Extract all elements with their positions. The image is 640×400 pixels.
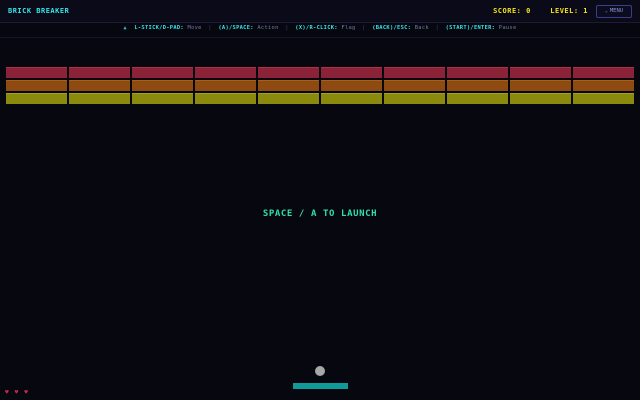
game-screen: BRICK BREAKER SCORE: 0 LEVEL: 1 ⌄ MENU ▲ …: [0, 0, 640, 400]
brick: [195, 80, 256, 91]
control-key: L-STICK/D-PAD:: [134, 25, 184, 31]
brick: [69, 67, 130, 78]
brick: [447, 80, 508, 91]
score-display: SCORE: 0 LEVEL: 1: [493, 7, 588, 15]
brick: [447, 93, 508, 104]
menu-label: MENU: [609, 8, 624, 14]
brick: [321, 93, 382, 104]
control-action: Move: [187, 25, 202, 31]
level-label: LEVEL:: [550, 7, 579, 15]
control-key: (X)/R-CLICK:: [295, 25, 338, 31]
brick: [510, 93, 571, 104]
brick: [6, 93, 67, 104]
brick: [132, 67, 193, 78]
control-action: Back: [414, 25, 429, 31]
game-title: BRICK BREAKER: [8, 7, 70, 15]
chevron-down-icon: ⌄: [604, 8, 608, 14]
brick: [447, 67, 508, 78]
brick: [573, 80, 634, 91]
heart-icon: ♥: [14, 389, 25, 396]
score-label: SCORE:: [493, 7, 522, 15]
control-key: (A)/SPACE:: [218, 25, 254, 31]
lives-display: ♥♥♥: [5, 389, 34, 396]
brick: [573, 67, 634, 78]
brick: [69, 93, 130, 104]
paddle[interactable]: [293, 383, 348, 389]
heart-icon: ♥: [24, 389, 34, 396]
brick: [384, 67, 445, 78]
brick: [384, 80, 445, 91]
level-value: 1: [583, 7, 588, 15]
brick: [321, 67, 382, 78]
brick: [6, 80, 67, 91]
brick: [6, 67, 67, 78]
controls-hint: ▲ L-STICK/D-PAD: Move | (A)/SPACE: Actio…: [123, 25, 517, 31]
brick: [132, 93, 193, 104]
brick: [258, 67, 319, 78]
brick: [195, 67, 256, 78]
brick: [69, 80, 130, 91]
brick: [573, 93, 634, 104]
top-bar: BRICK BREAKER SCORE: 0 LEVEL: 1 ⌄ MENU: [0, 0, 640, 23]
launch-message: SPACE / A TO LAUNCH: [262, 209, 378, 219]
brick: [510, 67, 571, 78]
header-divider: [0, 37, 640, 38]
ball: [315, 366, 325, 376]
score-value: 0: [526, 7, 531, 15]
control-action: Flag: [341, 25, 356, 31]
brick: [195, 93, 256, 104]
gamepad-icon: ▲: [123, 25, 127, 31]
brick: [321, 80, 382, 91]
control-action: Pause: [498, 25, 517, 31]
brick: [384, 93, 445, 104]
brick: [510, 80, 571, 91]
brick: [258, 93, 319, 104]
control-action: Action: [257, 25, 279, 31]
control-key: (START)/ENTER:: [445, 25, 496, 31]
brick: [258, 80, 319, 91]
heart-icon: ♥: [5, 389, 15, 396]
control-key: (BACK)/ESC:: [372, 25, 412, 31]
menu-button[interactable]: ⌄ MENU: [596, 5, 632, 18]
brick: [132, 80, 193, 91]
